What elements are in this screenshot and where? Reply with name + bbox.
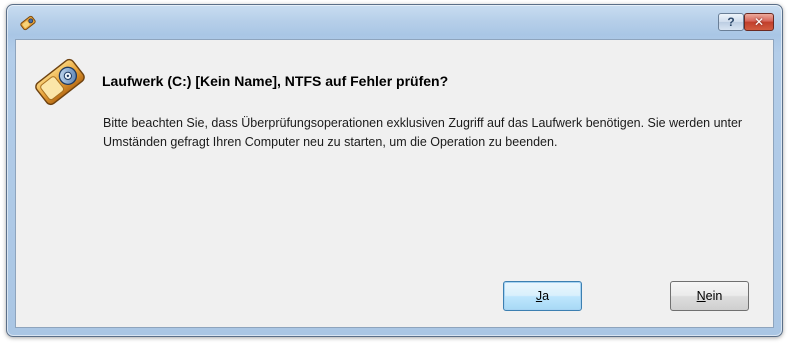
no-button[interactable]: Nein bbox=[670, 281, 749, 311]
drive-check-icon bbox=[35, 58, 85, 106]
help-button[interactable]: ? bbox=[718, 13, 744, 31]
yes-label: a bbox=[542, 289, 550, 303]
close-icon: ✕ bbox=[753, 15, 765, 29]
app-drive-icon bbox=[20, 15, 36, 31]
dialog-message: Bitte beachten Sie, dass Überprüfungsope… bbox=[103, 116, 743, 149]
title-bar[interactable]: ? ✕ bbox=[7, 5, 782, 39]
no-label: ein bbox=[705, 289, 723, 303]
close-button[interactable]: ✕ bbox=[744, 13, 774, 31]
help-icon: ? bbox=[727, 15, 735, 29]
dialog-content: Laufwerk (C:) [Kein Name], NTFS auf Fehl… bbox=[15, 39, 774, 328]
dialog-window: ? ✕ Laufwerk (C:) [Kein Name], NTFS auf … bbox=[6, 4, 783, 337]
dialog-heading: Laufwerk (C:) [Kein Name], NTFS auf Fehl… bbox=[102, 73, 449, 89]
yes-button[interactable]: Ja bbox=[503, 281, 582, 311]
no-mnemonic: N bbox=[696, 289, 706, 303]
